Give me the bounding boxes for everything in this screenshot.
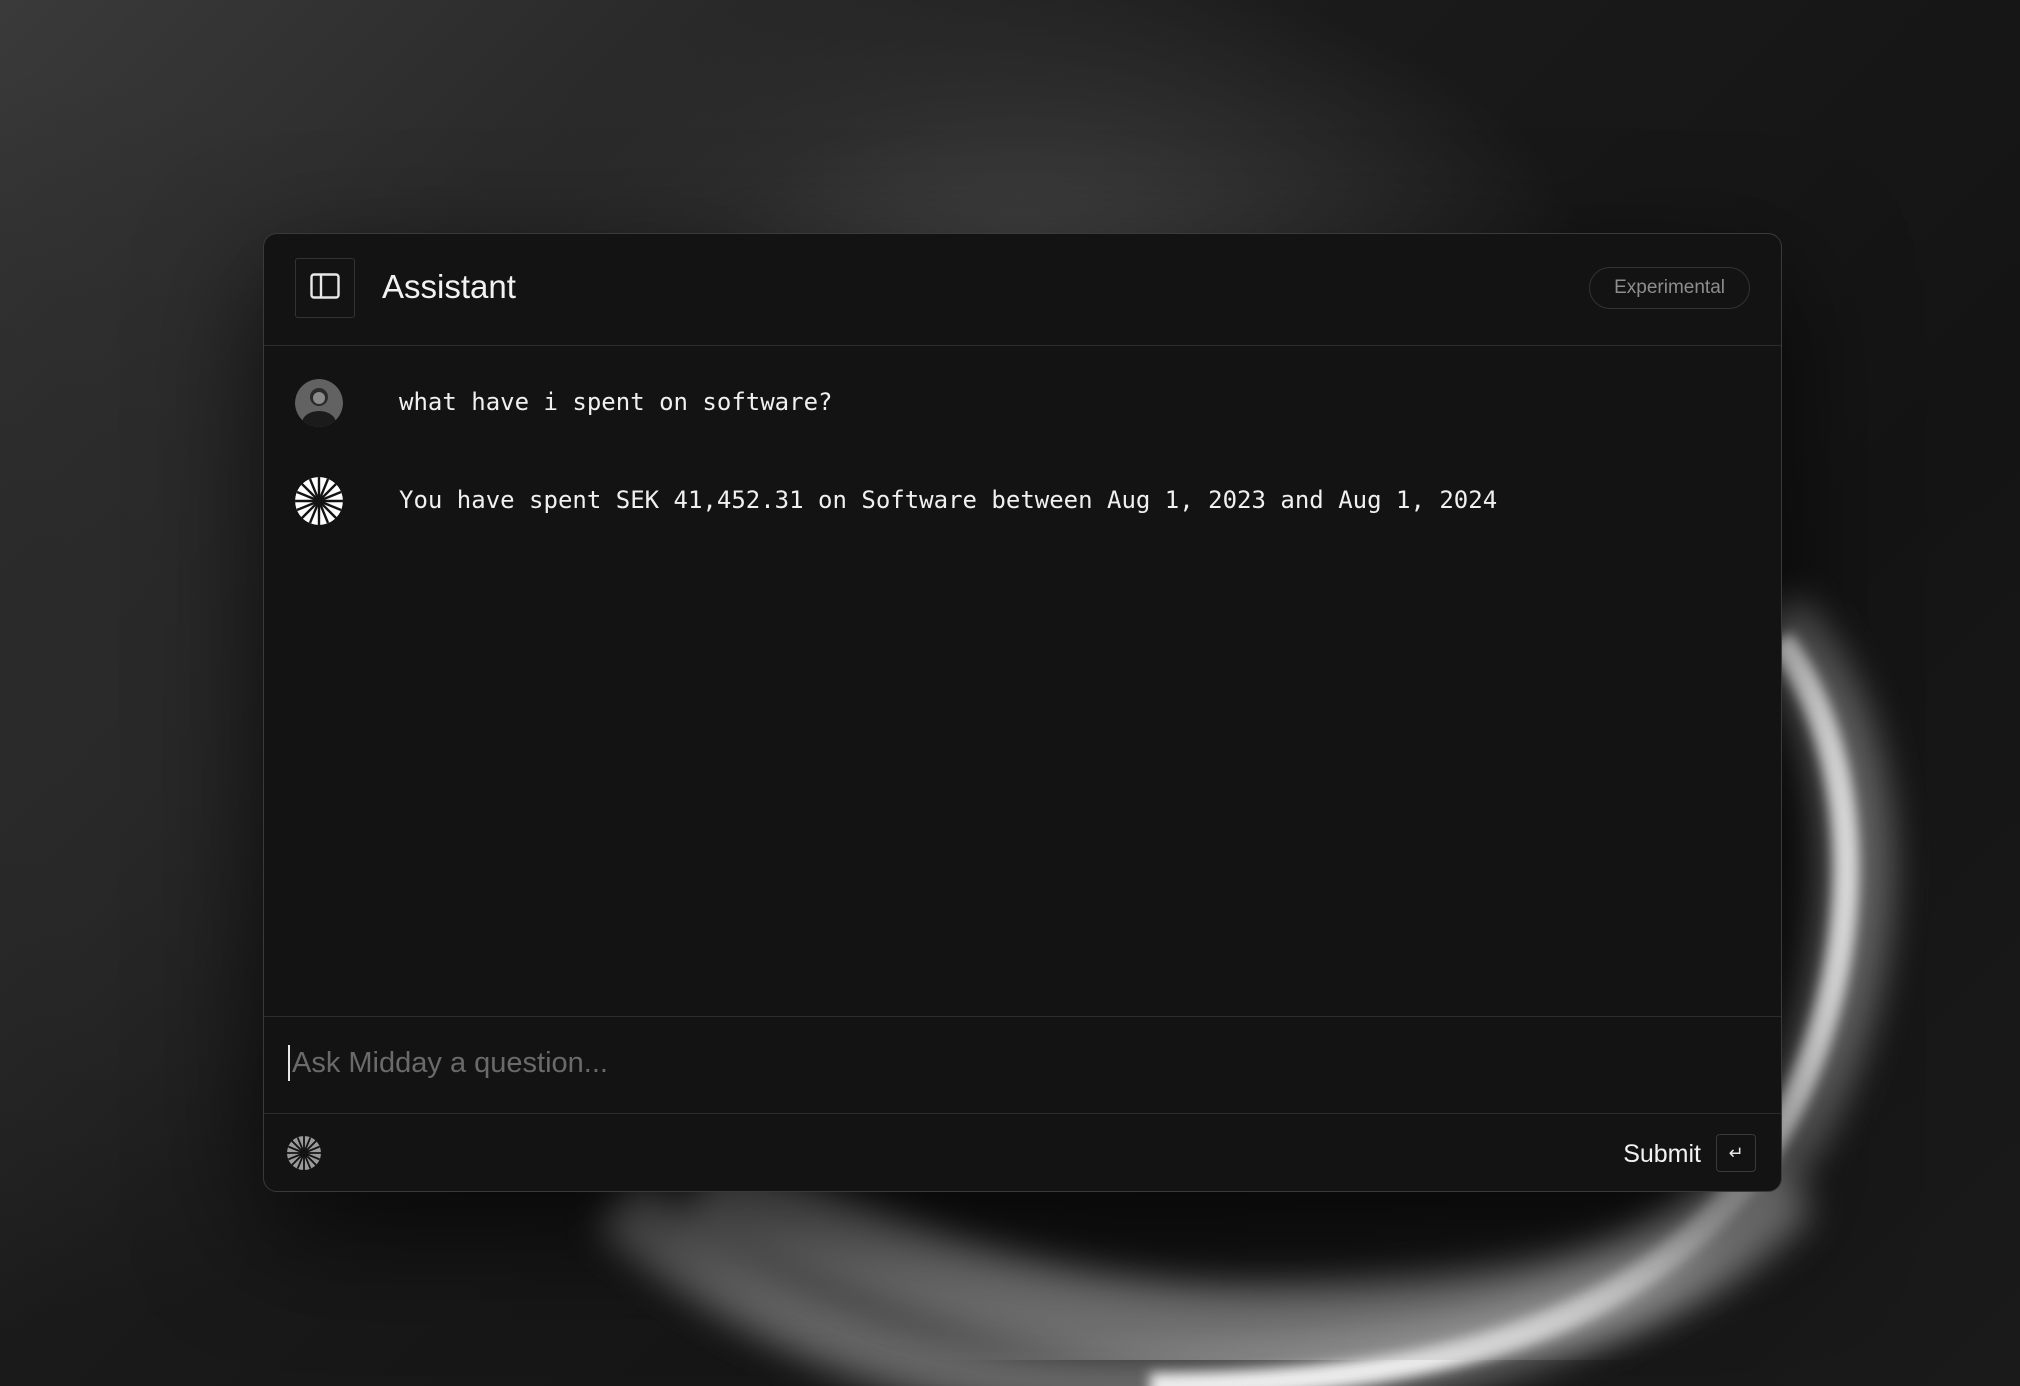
question-input[interactable] <box>288 1039 1752 1087</box>
enter-key-icon[interactable]: ↵ <box>1716 1134 1756 1172</box>
submit-button[interactable]: Submit <box>1623 1139 1701 1169</box>
assistant-message-text: You have spent SEK 41,452.31 on Software… <box>399 486 1498 514</box>
assistant-header: Assistant Experimental <box>264 234 1781 346</box>
user-message: what have i spent on software? <box>295 379 1745 429</box>
user-avatar <box>295 379 343 427</box>
midday-logo-icon <box>295 477 343 525</box>
sidebar-toggle-button[interactable] <box>295 258 355 318</box>
assistant-message: You have spent SEK 41,452.31 on Software… <box>295 477 1745 527</box>
assistant-window: Assistant Experimental what have i spent… <box>263 233 1782 1192</box>
experimental-badge: Experimental <box>1589 267 1750 309</box>
composer <box>264 1016 1781 1114</box>
user-message-text: what have i spent on software? <box>399 388 833 416</box>
window-title: Assistant <box>382 268 516 305</box>
composer-footer: Submit ↵ <box>264 1114 1781 1191</box>
sidebar-toggle-icon <box>310 272 340 304</box>
midday-logo-icon <box>287 1136 321 1170</box>
message-list: what have i spent on software? You have … <box>264 346 1781 1016</box>
